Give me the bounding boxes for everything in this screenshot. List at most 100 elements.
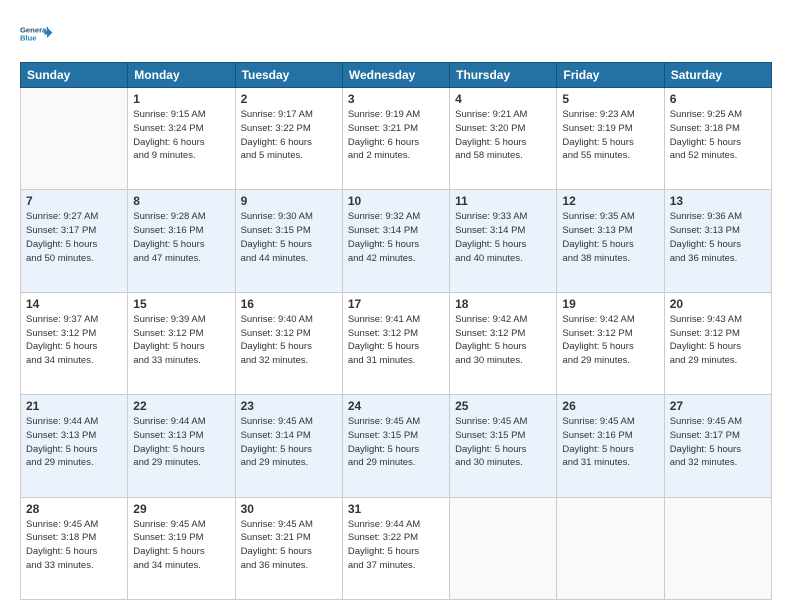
day-number: 24 <box>348 399 444 413</box>
day-info: Sunrise: 9:45 AMSunset: 3:14 PMDaylight:… <box>241 415 337 470</box>
day-number: 17 <box>348 297 444 311</box>
day-info: Sunrise: 9:39 AMSunset: 3:12 PMDaylight:… <box>133 313 229 368</box>
calendar-week-2: 7 Sunrise: 9:27 AMSunset: 3:17 PMDaylight… <box>21 190 772 292</box>
calendar-header-sunday: Sunday <box>21 63 128 88</box>
calendar-cell: 26Sunrise: 9:45 AMSunset: 3:16 PMDayligh… <box>557 395 664 497</box>
day-number: 6 <box>670 92 766 106</box>
day-number: 3 <box>348 92 444 106</box>
calendar-week-1: 1 Sunrise: 9:15 AMSunset: 3:24 PMDaylight… <box>21 88 772 190</box>
day-number: 31 <box>348 502 444 516</box>
day-info: Sunrise: 9:36 AMSunset: 3:13 PMDaylight:… <box>670 210 766 265</box>
day-number: 19 <box>562 297 658 311</box>
day-number: 22 <box>133 399 229 413</box>
calendar-cell: 13 Sunrise: 9:36 AMSunset: 3:13 PMDayligh… <box>664 190 771 292</box>
calendar-week-3: 14 Sunrise: 9:37 AMSunset: 3:12 PMDayligh… <box>21 292 772 394</box>
calendar-cell: 20 Sunrise: 9:43 AMSunset: 3:12 PMDayligh… <box>664 292 771 394</box>
day-info: Sunrise: 9:17 AMSunset: 3:22 PMDaylight:… <box>241 108 337 163</box>
calendar-cell: 8 Sunrise: 9:28 AMSunset: 3:16 PMDaylight… <box>128 190 235 292</box>
calendar-cell <box>664 497 771 599</box>
day-number: 8 <box>133 194 229 208</box>
day-number: 12 <box>562 194 658 208</box>
calendar-header-tuesday: Tuesday <box>235 63 342 88</box>
day-number: 28 <box>26 502 122 516</box>
calendar-cell: 1 Sunrise: 9:15 AMSunset: 3:24 PMDaylight… <box>128 88 235 190</box>
day-number: 27 <box>670 399 766 413</box>
day-number: 23 <box>241 399 337 413</box>
day-number: 14 <box>26 297 122 311</box>
day-info: Sunrise: 9:25 AMSunset: 3:18 PMDaylight:… <box>670 108 766 163</box>
calendar-cell: 19 Sunrise: 9:42 AMSunset: 3:12 PMDayligh… <box>557 292 664 394</box>
logo: GeneralBlue <box>20 16 56 52</box>
day-info: Sunrise: 9:23 AMSunset: 3:19 PMDaylight:… <box>562 108 658 163</box>
day-info: Sunrise: 9:44 AMSunset: 3:13 PMDaylight:… <box>26 415 122 470</box>
calendar-cell: 21 Sunrise: 9:44 AMSunset: 3:13 PMDayligh… <box>21 395 128 497</box>
calendar-cell: 29 Sunrise: 9:45 AMSunset: 3:19 PMDayligh… <box>128 497 235 599</box>
calendar-cell: 25 Sunrise: 9:45 AMSunset: 3:15 PMDayligh… <box>450 395 557 497</box>
day-number: 16 <box>241 297 337 311</box>
calendar-header-wednesday: Wednesday <box>342 63 449 88</box>
day-info: Sunrise: 9:33 AMSunset: 3:14 PMDaylight:… <box>455 210 551 265</box>
day-info: Sunrise: 9:27 AMSunset: 3:17 PMDaylight:… <box>26 210 122 265</box>
calendar-cell: 5Sunrise: 9:23 AMSunset: 3:19 PMDaylight… <box>557 88 664 190</box>
calendar-cell: 15 Sunrise: 9:39 AMSunset: 3:12 PMDayligh… <box>128 292 235 394</box>
calendar-cell: 16Sunrise: 9:40 AMSunset: 3:12 PMDayligh… <box>235 292 342 394</box>
day-info: Sunrise: 9:42 AMSunset: 3:12 PMDaylight:… <box>562 313 658 368</box>
day-number: 7 <box>26 194 122 208</box>
day-info: Sunrise: 9:45 AMSunset: 3:19 PMDaylight:… <box>133 518 229 573</box>
calendar-cell: 14 Sunrise: 9:37 AMSunset: 3:12 PMDayligh… <box>21 292 128 394</box>
page: GeneralBlue SundayMondayTuesdayWednesday… <box>0 0 792 612</box>
calendar-cell: 3 Sunrise: 9:19 AMSunset: 3:21 PMDaylight… <box>342 88 449 190</box>
logo-icon: GeneralBlue <box>20 16 56 52</box>
calendar-cell: 12 Sunrise: 9:35 AMSunset: 3:13 PMDayligh… <box>557 190 664 292</box>
calendar-cell: 17 Sunrise: 9:41 AMSunset: 3:12 PMDayligh… <box>342 292 449 394</box>
day-info: Sunrise: 9:43 AMSunset: 3:12 PMDaylight:… <box>670 313 766 368</box>
day-info: Sunrise: 9:45 AMSunset: 3:21 PMDaylight:… <box>241 518 337 573</box>
day-number: 4 <box>455 92 551 106</box>
day-info: Sunrise: 9:45 AMSunset: 3:17 PMDaylight:… <box>670 415 766 470</box>
day-info: Sunrise: 9:35 AMSunset: 3:13 PMDaylight:… <box>562 210 658 265</box>
day-info: Sunrise: 9:42 AMSunset: 3:12 PMDaylight:… <box>455 313 551 368</box>
day-number: 13 <box>670 194 766 208</box>
day-info: Sunrise: 9:15 AMSunset: 3:24 PMDaylight:… <box>133 108 229 163</box>
header: GeneralBlue <box>20 16 772 52</box>
calendar-header-row: SundayMondayTuesdayWednesdayThursdayFrid… <box>21 63 772 88</box>
calendar-cell: 7 Sunrise: 9:27 AMSunset: 3:17 PMDaylight… <box>21 190 128 292</box>
day-number: 15 <box>133 297 229 311</box>
calendar-cell <box>557 497 664 599</box>
calendar-cell: 10 Sunrise: 9:32 AMSunset: 3:14 PMDayligh… <box>342 190 449 292</box>
calendar-cell: 30 Sunrise: 9:45 AMSunset: 3:21 PMDayligh… <box>235 497 342 599</box>
day-info: Sunrise: 9:32 AMSunset: 3:14 PMDaylight:… <box>348 210 444 265</box>
day-number: 29 <box>133 502 229 516</box>
calendar-cell: 18 Sunrise: 9:42 AMSunset: 3:12 PMDayligh… <box>450 292 557 394</box>
day-number: 1 <box>133 92 229 106</box>
day-number: 20 <box>670 297 766 311</box>
day-number: 21 <box>26 399 122 413</box>
day-info: Sunrise: 9:41 AMSunset: 3:12 PMDaylight:… <box>348 313 444 368</box>
day-number: 30 <box>241 502 337 516</box>
day-number: 25 <box>455 399 551 413</box>
day-number: 18 <box>455 297 551 311</box>
day-number: 2 <box>241 92 337 106</box>
calendar-header-friday: Friday <box>557 63 664 88</box>
calendar-header-monday: Monday <box>128 63 235 88</box>
calendar-cell: 31 Sunrise: 9:44 AMSunset: 3:22 PMDayligh… <box>342 497 449 599</box>
calendar-cell: 24 Sunrise: 9:45 AMSunset: 3:15 PMDayligh… <box>342 395 449 497</box>
calendar-cell: 27 Sunrise: 9:45 AMSunset: 3:17 PMDayligh… <box>664 395 771 497</box>
day-info: Sunrise: 9:30 AMSunset: 3:15 PMDaylight:… <box>241 210 337 265</box>
day-number: 10 <box>348 194 444 208</box>
calendar-cell: 28Sunrise: 9:45 AMSunset: 3:18 PMDayligh… <box>21 497 128 599</box>
calendar-week-4: 21 Sunrise: 9:44 AMSunset: 3:13 PMDayligh… <box>21 395 772 497</box>
day-info: Sunrise: 9:37 AMSunset: 3:12 PMDaylight:… <box>26 313 122 368</box>
calendar-cell: 22 Sunrise: 9:44 AMSunset: 3:13 PMDayligh… <box>128 395 235 497</box>
day-info: Sunrise: 9:28 AMSunset: 3:16 PMDaylight:… <box>133 210 229 265</box>
calendar-cell: 11 Sunrise: 9:33 AMSunset: 3:14 PMDayligh… <box>450 190 557 292</box>
calendar-cell <box>21 88 128 190</box>
calendar-cell: 9Sunrise: 9:30 AMSunset: 3:15 PMDaylight… <box>235 190 342 292</box>
day-info: Sunrise: 9:44 AMSunset: 3:13 PMDaylight:… <box>133 415 229 470</box>
day-info: Sunrise: 9:44 AMSunset: 3:22 PMDaylight:… <box>348 518 444 573</box>
day-info: Sunrise: 9:19 AMSunset: 3:21 PMDaylight:… <box>348 108 444 163</box>
calendar-cell: 4Sunrise: 9:21 AMSunset: 3:20 PMDaylight… <box>450 88 557 190</box>
day-number: 11 <box>455 194 551 208</box>
day-info: Sunrise: 9:45 AMSunset: 3:15 PMDaylight:… <box>348 415 444 470</box>
day-info: Sunrise: 9:45 AMSunset: 3:15 PMDaylight:… <box>455 415 551 470</box>
